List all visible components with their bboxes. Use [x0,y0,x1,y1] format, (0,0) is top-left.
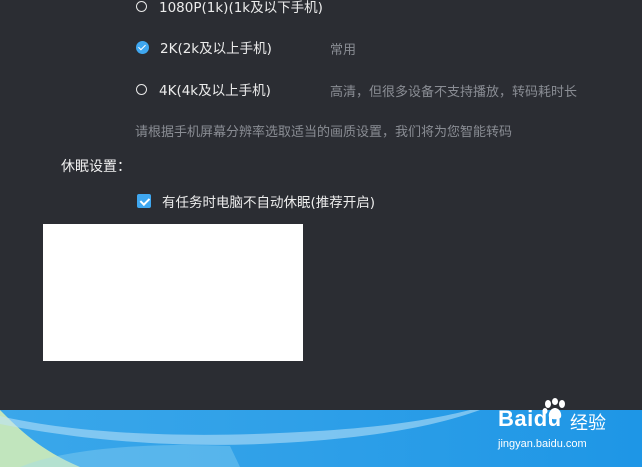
resolution-label-2k: 2K(2k及以上手机) [160,41,272,57]
radio-4k[interactable] [136,83,147,95]
resolution-option-1080p[interactable]: 1080P(1k)(1k及以下手机) [136,0,323,16]
resolution-label-1080p: 1080P(1k)(1k及以下手机) [159,0,323,16]
baidu-paw-icon [542,398,565,420]
sleep-checkbox-label: 有任务时电脑不自动休眠(推荐开启) [162,195,376,211]
watermark-url: jingyan.baidu.com [498,438,587,450]
blank-image-area [43,224,303,361]
radio-1080p[interactable] [136,0,147,12]
resolution-note-4k: 高清，但很多设备不支持播放，转码耗时长 [330,85,578,100]
sleep-section-title: 休眠设置： [61,159,131,175]
resolution-hint: 请根据手机屏幕分辨率选取适当的画质设置，我们将为您智能转码 [135,125,513,140]
sleep-option[interactable]: 有任务时电脑不自动休眠(推荐开启) [137,191,375,211]
resolution-option-4k[interactable]: 4K(4k及以上手机) [136,79,271,99]
resolution-option-2k[interactable]: 2K(2k及以上手机) [136,37,272,57]
resolution-label-4k: 4K(4k及以上手机) [159,83,271,99]
resolution-note-2k: 常用 [330,43,357,58]
baidu-jingyan-watermark: Baidu 经验 jingyan.baidu.com [498,396,628,456]
sleep-checkbox[interactable] [137,194,151,208]
settings-panel: 1080P(1k)(1k及以下手机) 2K(2k及以上手机) 常用 4K(4k及… [0,0,642,410]
watermark-cn: 经验 [570,413,606,434]
radio-2k[interactable] [136,40,149,54]
